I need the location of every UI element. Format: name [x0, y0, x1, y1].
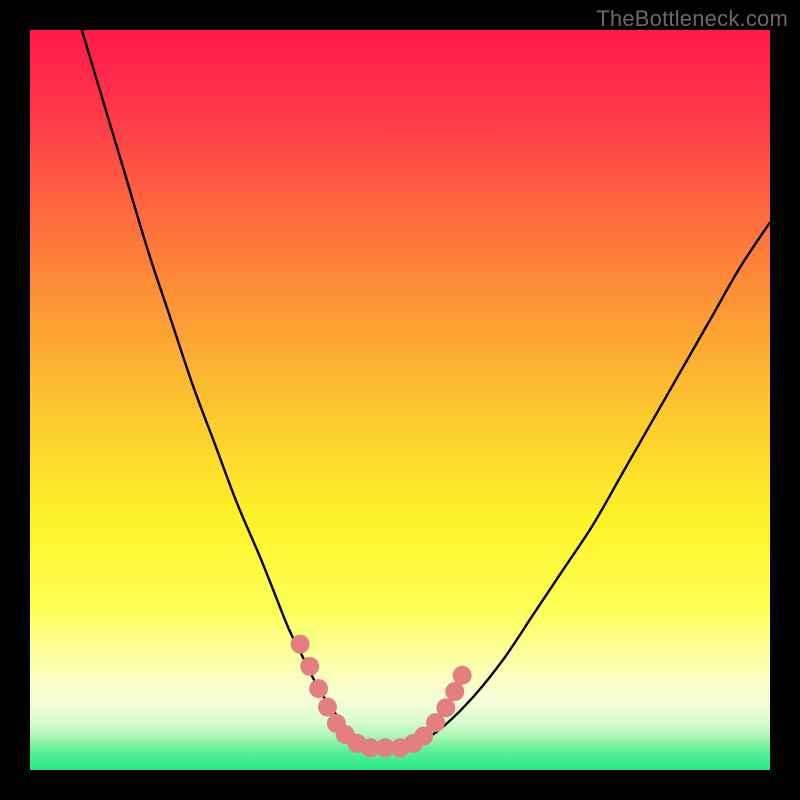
highlight-marker: [309, 679, 328, 698]
highlight-marker: [291, 635, 310, 654]
chart-frame: TheBottleneck.com: [0, 0, 800, 800]
highlight-marker: [318, 698, 337, 717]
watermark-text: TheBottleneck.com: [596, 6, 788, 32]
curve-layer: [30, 30, 770, 770]
highlight-marker: [436, 698, 455, 717]
highlight-marker: [445, 682, 464, 701]
highlight-markers: [291, 635, 472, 758]
highlight-marker: [453, 666, 472, 685]
highlight-marker: [300, 657, 319, 676]
plot-area: [30, 30, 770, 770]
bottleneck-curve: [82, 30, 770, 749]
